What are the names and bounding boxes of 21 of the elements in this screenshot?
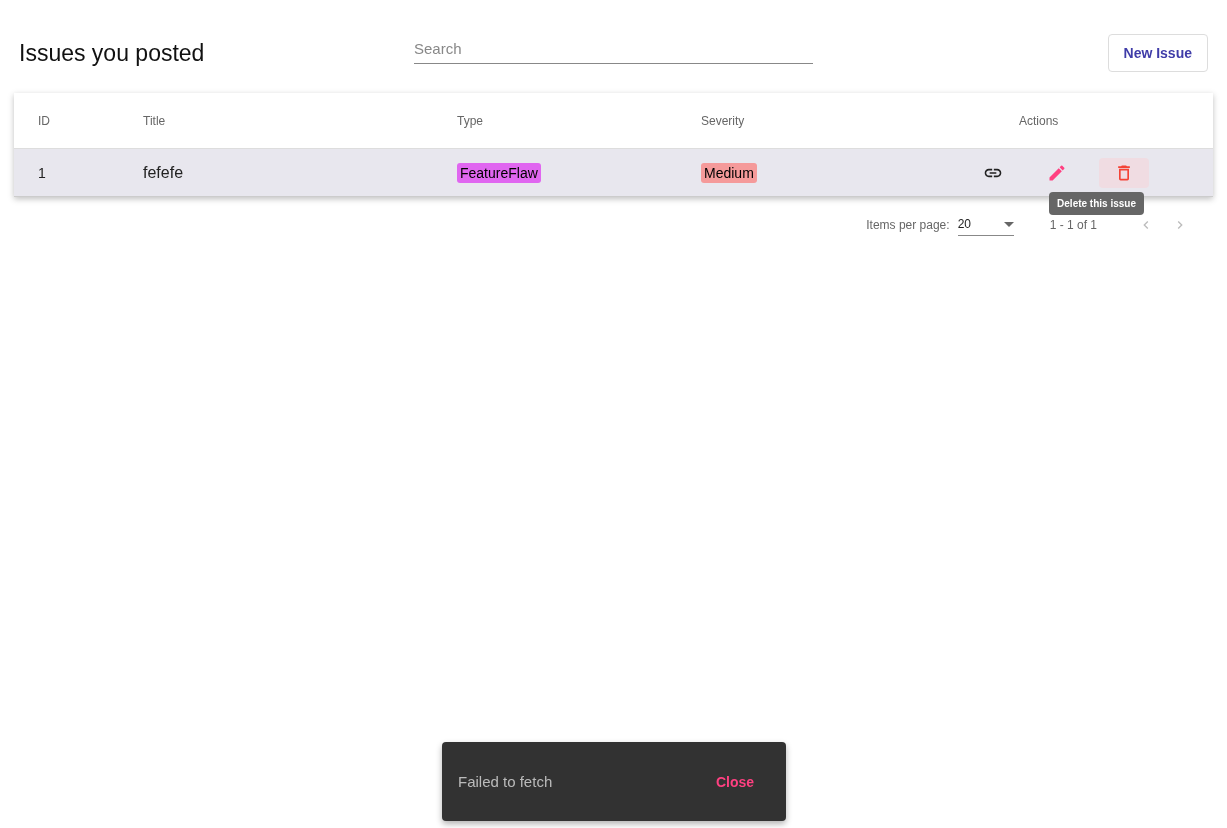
delete-button[interactable] xyxy=(1099,157,1149,188)
tooltip: Delete this issue xyxy=(1049,192,1144,215)
title-cell-text: fefefe xyxy=(143,163,185,182)
items-per-page-select[interactable]: 20 xyxy=(957,213,1014,236)
column-header: Type xyxy=(457,113,484,128)
table-row[interactable]: 1 fefefe FeatureFlaw Medium xyxy=(14,149,1213,197)
id-cell-text: 1 xyxy=(38,164,47,181)
page-title: Issues you posted xyxy=(19,39,206,67)
page-range: 1 - 1 of 1 xyxy=(1049,217,1097,232)
severity-tag: Medium xyxy=(701,162,757,183)
close-button[interactable]: Close xyxy=(699,765,770,798)
type-tag: FeatureFlaw xyxy=(457,162,541,183)
column-header: Actions xyxy=(1018,113,1060,128)
column-header: Title xyxy=(143,113,167,128)
column-header: ID xyxy=(38,113,51,128)
items-per-page-label: Items per page: xyxy=(866,217,950,232)
snackbar-message: Failed to fetch xyxy=(458,773,553,790)
pencil-icon xyxy=(1047,162,1067,183)
dropdown-arrow-icon xyxy=(1003,221,1014,227)
column-header: Severity xyxy=(701,113,746,128)
new-issue-button[interactable]: New Issue xyxy=(1107,34,1208,72)
